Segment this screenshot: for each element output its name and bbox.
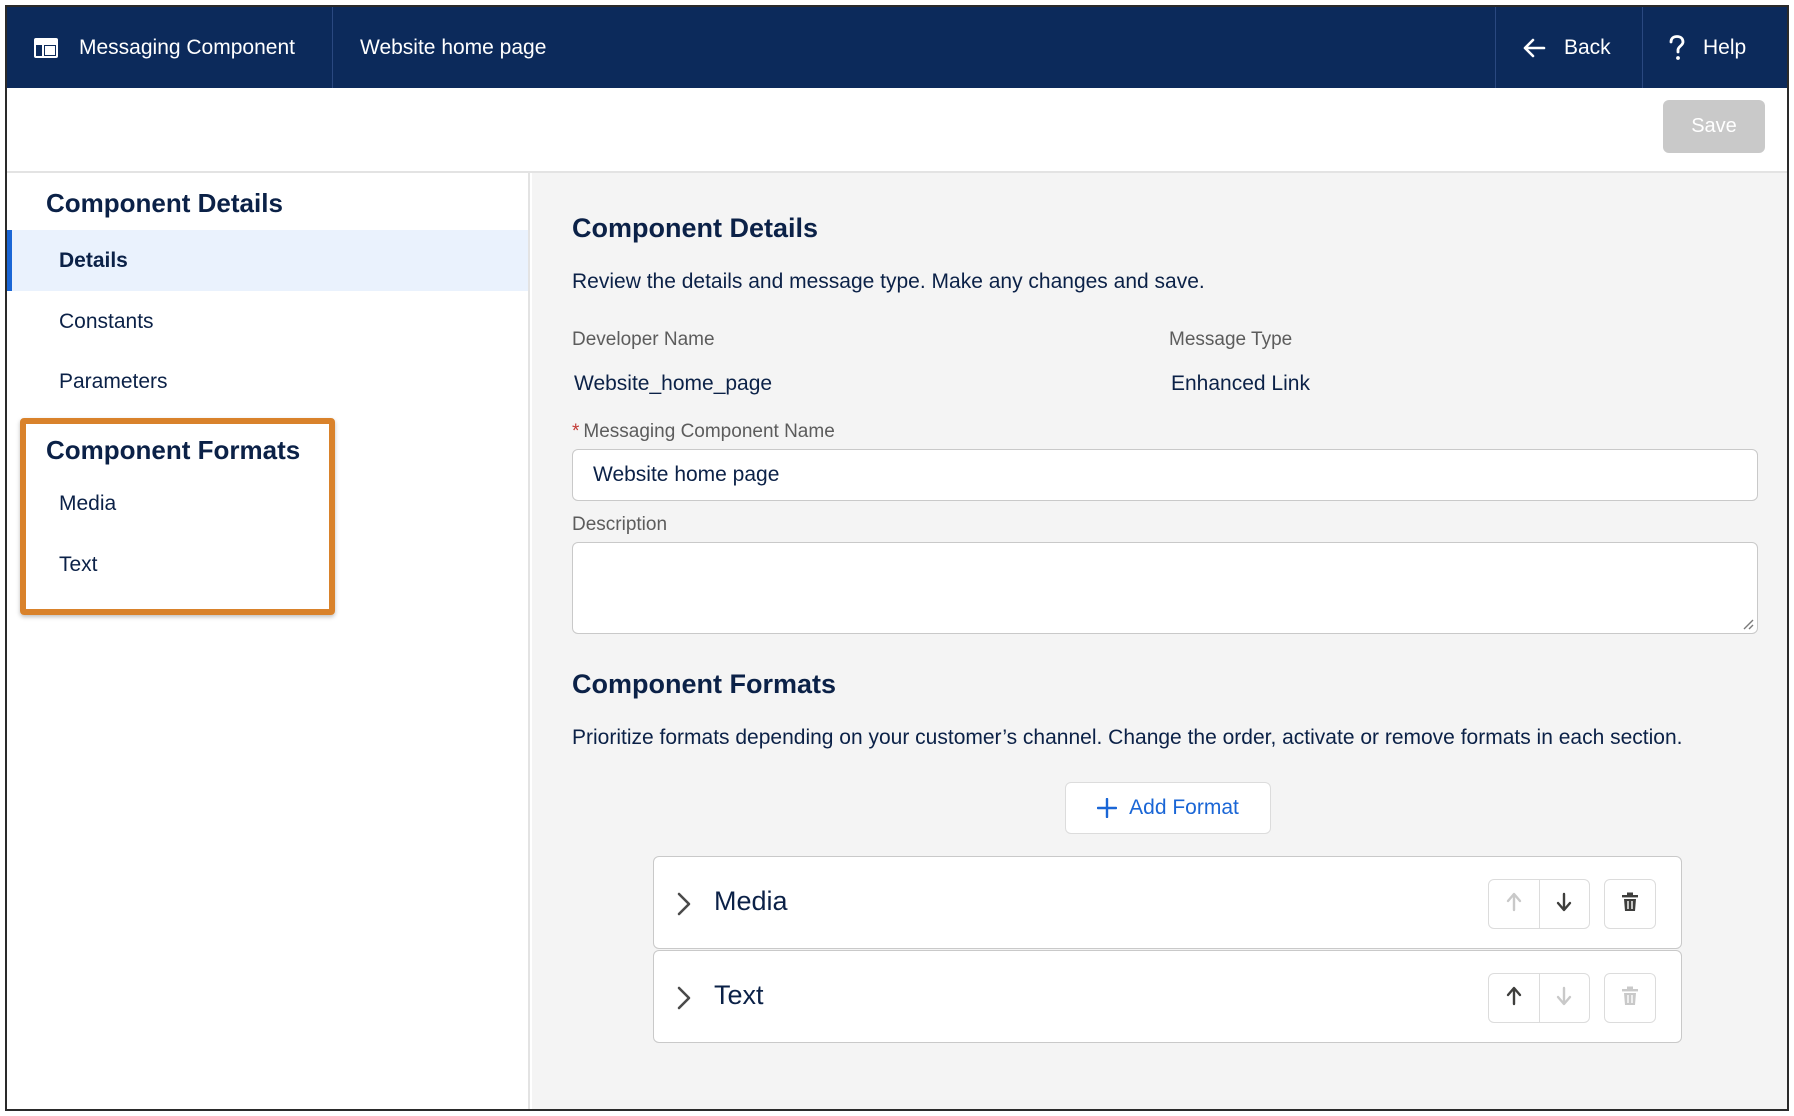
resize-handle-icon[interactable] — [1740, 616, 1754, 630]
table-icon — [33, 37, 59, 59]
main-content: Component Details Review the details and… — [532, 173, 1787, 1109]
move-down-button[interactable] — [1538, 974, 1590, 1022]
sidebar-item-label: Details — [59, 248, 128, 272]
highlight-callout — [20, 418, 335, 615]
arrow-down-icon — [1556, 892, 1572, 917]
component-name-value: Website home page — [593, 463, 780, 486]
help-button[interactable]: Help — [1642, 7, 1787, 88]
description-label: Description — [572, 514, 668, 535]
trash-icon — [1621, 892, 1639, 917]
sidebar-heading-details: Component Details — [46, 188, 283, 218]
move-up-button[interactable] — [1489, 880, 1539, 928]
format-title: Media — [714, 886, 788, 916]
sidebar-item-label: Parameters — [59, 369, 168, 393]
message-type-value: Enhanced Link — [1171, 372, 1310, 395]
component-name-label-text: Messaging Component Name — [583, 421, 835, 442]
sidebar-item-details[interactable]: Details — [7, 230, 528, 291]
app-title: Messaging Component — [79, 35, 295, 59]
message-type-label: Message Type — [1169, 329, 1293, 350]
format-title: Text — [714, 980, 764, 1010]
developer-name-value: Website_home_page — [574, 372, 773, 395]
format-card-text: Text — [653, 950, 1682, 1043]
format-card-media: Media — [653, 856, 1682, 949]
required-marker: * — [572, 421, 580, 442]
sidebar-item-constants[interactable]: Constants — [7, 291, 528, 352]
save-button[interactable]: Save — [1663, 100, 1765, 153]
back-button[interactable]: Back — [1495, 7, 1642, 88]
delete-format-button[interactable] — [1604, 973, 1656, 1023]
trash-icon — [1621, 986, 1639, 1011]
question-icon — [1669, 34, 1685, 61]
arrow-down-icon — [1556, 986, 1572, 1011]
help-label: Help — [1703, 35, 1747, 59]
formats-section-title: Component Formats — [572, 669, 837, 699]
sidebar-item-parameters[interactable]: Parameters — [7, 351, 528, 412]
move-down-button[interactable] — [1538, 880, 1590, 928]
reorder-button-group — [1488, 879, 1590, 929]
sidebar-nav: Component Details Details Constants Para… — [7, 173, 530, 1109]
add-format-label: Add Format — [1129, 796, 1239, 819]
chevron-right-icon[interactable] — [676, 985, 692, 1016]
record-title-text: Website home page — [360, 35, 547, 59]
description-textarea[interactable] — [572, 542, 1758, 634]
arrow-left-icon — [1522, 38, 1546, 58]
developer-name-label: Developer Name — [572, 329, 715, 350]
sidebar-item-label: Constants — [59, 309, 154, 333]
arrow-up-icon — [1506, 986, 1522, 1011]
reorder-button-group — [1488, 973, 1590, 1023]
move-up-button[interactable] — [1489, 974, 1539, 1022]
app-launcher[interactable]: Messaging Component — [7, 7, 333, 88]
global-header: Messaging Component Website home page Ba… — [7, 7, 1787, 88]
add-format-button[interactable]: Add Format — [1065, 782, 1271, 834]
component-name-label: * Messaging Component Name — [572, 421, 835, 443]
details-section-title: Component Details — [572, 213, 819, 243]
plus-icon — [1097, 798, 1118, 818]
arrow-up-icon — [1506, 892, 1522, 917]
app-window: Messaging Component Website home page Ba… — [5, 5, 1789, 1111]
formats-description: Prioritize formats depending on your cus… — [572, 726, 1683, 749]
component-name-input[interactable]: Website home page — [572, 449, 1758, 501]
chevron-right-icon[interactable] — [676, 891, 692, 922]
action-bar: Save — [7, 88, 1787, 173]
details-description: Review the details and message type. Mak… — [572, 270, 1205, 293]
delete-format-button[interactable] — [1604, 879, 1656, 929]
back-label: Back — [1564, 35, 1611, 59]
record-title: Website home page — [333, 7, 1495, 88]
